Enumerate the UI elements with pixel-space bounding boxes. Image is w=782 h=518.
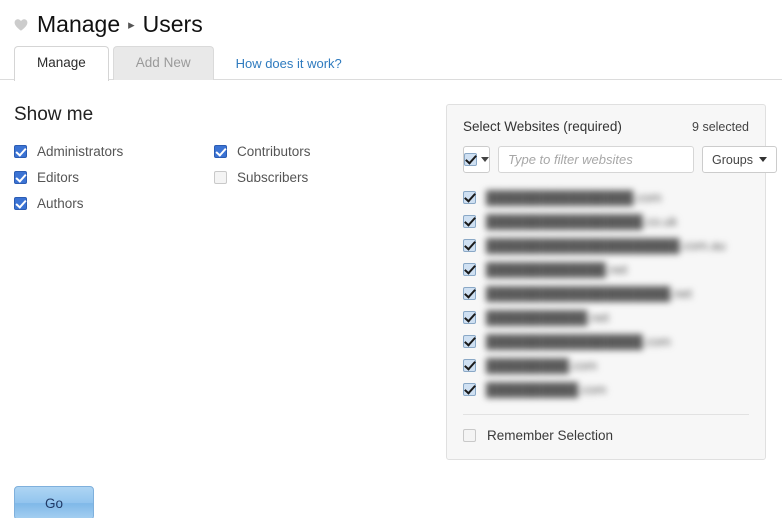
website-list-item[interactable]: █████████.com: [463, 353, 749, 377]
website-list-item[interactable]: █████████████████.co.uk: [463, 209, 749, 233]
checkbox-icon[interactable]: [463, 263, 476, 276]
checkbox-icon[interactable]: [464, 153, 477, 166]
select-all-dropdown[interactable]: [463, 146, 490, 173]
role-checkbox-contributors[interactable]: Contributors: [214, 144, 414, 159]
selected-count-label: 9 selected: [692, 120, 749, 134]
checkbox-icon[interactable]: [463, 383, 476, 396]
groups-button-label: Groups: [712, 153, 753, 167]
breadcrumb-item-users: Users: [143, 11, 203, 38]
remember-selection-label: Remember Selection: [487, 428, 613, 443]
role-checkbox-editors[interactable]: Editors: [14, 170, 214, 185]
chevron-down-icon: [759, 157, 767, 162]
website-list-item[interactable]: ██████████.com: [463, 377, 749, 401]
checkbox-icon[interactable]: [463, 429, 476, 442]
checkbox-icon[interactable]: [463, 215, 476, 228]
chevron-down-icon[interactable]: [481, 157, 489, 162]
checkbox-icon[interactable]: [463, 311, 476, 324]
tab-bar: Manage Add New How does it work?: [0, 44, 782, 80]
checkbox-icon[interactable]: [463, 335, 476, 348]
website-list-item[interactable]: █████████████.net: [463, 257, 749, 281]
role-checkbox-subscribers[interactable]: Subscribers: [214, 170, 414, 185]
panel-controls: Groups: [463, 146, 749, 173]
website-list-item[interactable]: █████████████████████.com.au: [463, 233, 749, 257]
checkbox-icon[interactable]: [463, 191, 476, 204]
website-name: ████████████████████.net: [486, 286, 692, 301]
website-list-item[interactable]: ████████████████████.net: [463, 281, 749, 305]
role-label: Editors: [37, 170, 79, 185]
website-name: █████████.com: [486, 358, 597, 373]
website-list: ████████████████.com █████████████████.c…: [463, 185, 749, 401]
role-checkbox-authors[interactable]: Authors: [14, 196, 214, 211]
select-websites-panel: Select Websites (required) 9 selected Gr…: [446, 104, 766, 460]
panel-divider: [463, 414, 749, 415]
checkbox-icon[interactable]: [463, 287, 476, 300]
submit-area: Go: [0, 460, 782, 518]
breadcrumb-separator-icon: ▸: [128, 17, 135, 33]
groups-button[interactable]: Groups: [702, 146, 777, 173]
website-name: █████████████████████.com.au: [486, 238, 726, 253]
main-content: Show me Administrators Contributors Edit…: [0, 80, 782, 460]
panel-title: Select Websites (required): [463, 119, 622, 134]
heart-icon[interactable]: [14, 18, 28, 32]
website-name: █████████████████.co.uk: [486, 214, 677, 229]
tab-manage[interactable]: Manage: [14, 46, 109, 81]
website-filter-input[interactable]: [498, 146, 694, 173]
role-label: Authors: [37, 196, 84, 211]
website-name: ██████████.com: [486, 382, 606, 397]
show-me-section: Show me Administrators Contributors Edit…: [0, 104, 446, 211]
role-label: Administrators: [37, 144, 123, 159]
website-name: █████████████.net: [486, 262, 627, 277]
go-button[interactable]: Go: [14, 486, 94, 518]
checkbox-icon[interactable]: [214, 145, 227, 158]
panel-header: Select Websites (required) 9 selected: [463, 119, 749, 134]
page-header: Manage ▸ Users: [0, 0, 782, 40]
website-name: ███████████.net: [486, 310, 609, 325]
checkbox-icon[interactable]: [463, 239, 476, 252]
show-me-title: Show me: [14, 104, 446, 126]
breadcrumb-item-manage[interactable]: Manage: [37, 11, 120, 38]
role-label: Contributors: [237, 144, 311, 159]
website-name: █████████████████.com: [486, 334, 671, 349]
website-list-item[interactable]: ███████████.net: [463, 305, 749, 329]
website-name: ████████████████.com: [486, 190, 662, 205]
role-label: Subscribers: [237, 170, 308, 185]
website-list-item[interactable]: █████████████████.com: [463, 329, 749, 353]
tab-add-new[interactable]: Add New: [113, 46, 214, 80]
website-list-item[interactable]: ████████████████.com: [463, 185, 749, 209]
role-checkbox-administrators[interactable]: Administrators: [14, 144, 214, 159]
breadcrumb: Manage ▸ Users: [37, 11, 203, 38]
remember-selection-checkbox[interactable]: Remember Selection: [463, 428, 749, 443]
how-does-it-work-link[interactable]: How does it work?: [236, 56, 342, 71]
checkbox-icon[interactable]: [214, 171, 227, 184]
checkbox-icon[interactable]: [463, 359, 476, 372]
checkbox-icon[interactable]: [14, 197, 27, 210]
checkbox-icon[interactable]: [14, 171, 27, 184]
role-filter-grid: Administrators Contributors Editors Subs…: [14, 144, 446, 211]
checkbox-icon[interactable]: [14, 145, 27, 158]
